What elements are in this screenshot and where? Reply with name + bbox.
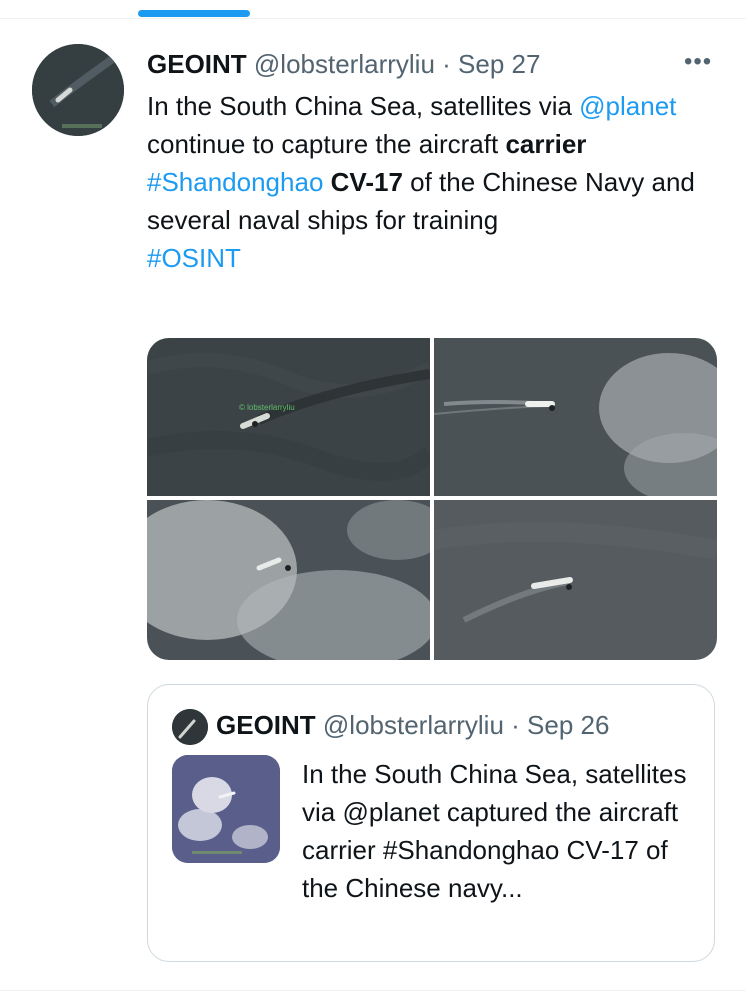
avatar[interactable] (32, 44, 124, 136)
quoted-display-name: GEOINT (216, 710, 316, 740)
satellite-image-3[interactable] (147, 500, 430, 660)
satellite-image-4[interactable] (434, 500, 717, 660)
separator: · (511, 710, 520, 740)
media-grid: © lobsterlarryliu (147, 338, 717, 660)
quoted-tweet[interactable]: GEOINT @lobsterlarryliu · Sep 26 In the … (147, 684, 715, 962)
display-name[interactable]: GEOINT (147, 49, 247, 79)
quoted-media-thumbnail[interactable] (172, 755, 280, 863)
quoted-avatar[interactable] (172, 709, 208, 745)
divider (0, 990, 746, 991)
hashtag-link[interactable]: #Shandonghao (147, 167, 323, 197)
bold-text: CV-17 (330, 167, 403, 197)
hashtag-link[interactable]: #OSINT (147, 243, 241, 273)
mention-link[interactable]: @planet (579, 91, 676, 121)
text-segment (323, 167, 330, 197)
separator: · (442, 49, 451, 79)
timestamp[interactable]: Sep 27 (458, 49, 540, 79)
satellite-image-1[interactable]: © lobsterlarryliu (147, 338, 430, 496)
quoted-header: GEOINT @lobsterlarryliu · Sep 26 (216, 707, 609, 743)
quoted-text: In the South China Sea, satellites via @… (302, 759, 687, 903)
text-segment: In the South China Sea, satellites via (147, 91, 580, 121)
satellite-image-2[interactable] (434, 338, 717, 496)
image-watermark: © lobsterlarryliu (239, 403, 295, 412)
text-segment: continue to capture the aircraft (147, 129, 506, 159)
quoted-handle: @lobsterlarryliu (322, 710, 504, 740)
tweet-header: GEOINT @lobsterlarryliu · Sep 27 (147, 47, 540, 81)
divider (0, 18, 746, 19)
more-options-icon[interactable]: ••• (684, 48, 712, 76)
tweet-text: In the South China Sea, satellites via @… (147, 87, 727, 277)
handle[interactable]: @lobsterlarryliu (254, 49, 435, 79)
bold-text: carrier (505, 129, 587, 159)
quoted-timestamp: Sep 26 (527, 710, 610, 740)
active-tab-indicator (138, 10, 250, 17)
